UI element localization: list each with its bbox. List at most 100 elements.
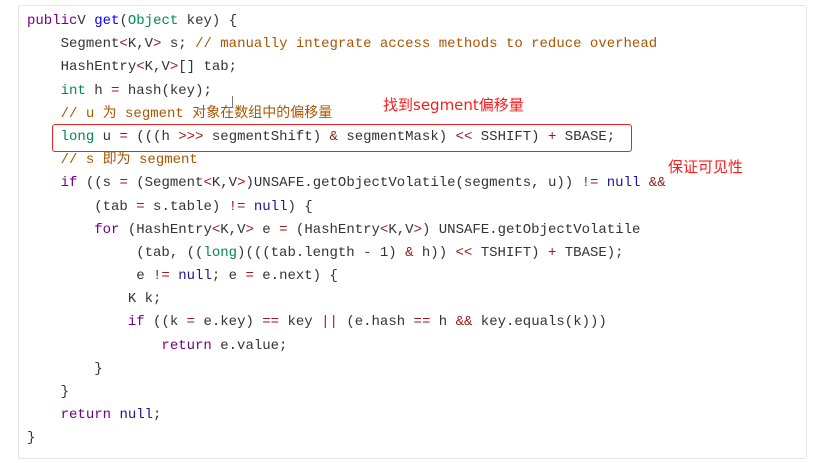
code-token: null xyxy=(253,198,288,215)
code-token: int xyxy=(60,82,86,99)
code-token: = xyxy=(119,175,128,192)
code-token: != xyxy=(228,198,246,215)
code-line: Segment<K,V> s; // manually integrate ac… xyxy=(27,33,666,56)
code-token: [] tab; xyxy=(178,59,238,76)
code-token: V xyxy=(77,13,95,29)
code-token: null xyxy=(119,407,154,424)
code-token: != xyxy=(581,175,599,192)
code-token: K,V xyxy=(144,59,170,76)
code-token: get xyxy=(94,13,120,29)
code-token: s.table) xyxy=(144,198,229,215)
code-token: e xyxy=(253,221,280,238)
code-token: ; e xyxy=(211,268,246,285)
code-token: e xyxy=(136,268,154,285)
code-line: (tab = s.table) != null) { xyxy=(27,196,666,219)
code-token: key.equals(k))) xyxy=(472,314,607,331)
code-token: && xyxy=(648,175,666,192)
code-token: if xyxy=(60,175,78,192)
code-token: || xyxy=(321,314,338,331)
code-token: K,V xyxy=(220,221,246,238)
code-token: (Segment xyxy=(127,175,204,192)
code-line: return e.value; xyxy=(27,335,666,358)
code-line: if ((s = (Segment<K,V>)UNSAFE.getObjectV… xyxy=(27,172,666,195)
code-token: K,V xyxy=(388,221,414,238)
code-token: ; xyxy=(153,407,162,424)
code-token: < xyxy=(203,175,212,192)
code-token: < xyxy=(136,59,145,76)
code-token: K,V xyxy=(211,175,238,192)
code-token: = xyxy=(279,221,288,238)
code-line: } xyxy=(27,358,666,381)
code-token: ( xyxy=(119,13,128,29)
code-token: key) { xyxy=(178,13,238,29)
highlight-box xyxy=(52,124,632,152)
code-token: key xyxy=(279,314,322,331)
code-token: ) UNSAFE.getObjectVolatile xyxy=(421,221,641,238)
code-token: e.key) xyxy=(195,314,263,331)
code-token: ) { xyxy=(287,198,313,215)
code-block: publicV get(Object key) { Segment<K,V> s… xyxy=(27,10,666,451)
code-line: int h = hash(key); xyxy=(27,80,666,103)
code-token: = xyxy=(245,268,254,285)
code-token: // u 为 segment 对象在数组中的偏移量 xyxy=(60,105,333,122)
code-line: e != null; e = e.next) { xyxy=(27,265,666,288)
code-token: (HashEntry xyxy=(287,221,380,238)
code-line: publicV get(Object key) { xyxy=(27,10,666,33)
code-token: & xyxy=(405,244,414,261)
code-token: )(((tab.length xyxy=(237,244,364,261)
code-token: HashEntry xyxy=(60,59,137,76)
code-token: null xyxy=(606,175,641,192)
code-token: h xyxy=(430,314,456,331)
code-token: // manually integrate access methods to … xyxy=(195,36,658,53)
code-line: return null; xyxy=(27,404,666,427)
code-token: long xyxy=(203,244,238,261)
code-token: && xyxy=(455,314,473,331)
code-token: } xyxy=(27,430,36,447)
code-token: ((k xyxy=(144,314,187,331)
code-token: null xyxy=(178,268,212,285)
code-line: } xyxy=(27,381,666,404)
code-token: public xyxy=(27,13,78,29)
code-token: K,V xyxy=(127,36,154,53)
text-cursor-icon xyxy=(232,96,233,108)
code-token: > xyxy=(169,59,179,76)
code-token: 1) xyxy=(371,244,406,261)
code-line: // u 为 segment 对象在数组中的偏移量 xyxy=(27,103,666,126)
code-line: for (HashEntry<K,V> e = (HashEntry<K,V>)… xyxy=(27,219,666,242)
code-token: return xyxy=(161,337,212,354)
code-token: < xyxy=(211,221,221,238)
code-token: } xyxy=(94,360,103,377)
code-token: (e.hash xyxy=(337,314,414,331)
code-token: == xyxy=(262,314,280,331)
code-token: = xyxy=(136,198,145,215)
code-token: > xyxy=(413,221,422,238)
code-token: > xyxy=(237,175,246,192)
code-line: HashEntry<K,V>[] tab; xyxy=(27,56,666,79)
code-token: > xyxy=(245,221,254,238)
code-token: s; xyxy=(161,36,196,53)
code-token: (tab, (( xyxy=(136,244,204,261)
code-line: } xyxy=(27,427,666,450)
code-token: K k; xyxy=(127,291,162,308)
code-token: << xyxy=(455,244,473,261)
code-line: (tab, ((long)(((tab.length - 1) & h)) <<… xyxy=(27,242,666,265)
annotation-segment-offset: 找到segment偏移量 xyxy=(383,96,524,114)
code-token: Segment xyxy=(60,36,120,53)
code-token: = xyxy=(186,314,196,331)
code-token: hash(key); xyxy=(119,82,212,99)
code-line: if ((k = e.key) == key || (e.hash == h &… xyxy=(27,311,666,334)
code-token: ((s xyxy=(77,175,120,192)
code-token: if xyxy=(127,314,145,331)
code-token: != xyxy=(153,268,170,285)
code-token: for xyxy=(94,221,120,238)
code-token: e.next) { xyxy=(253,268,338,285)
code-token: TBASE); xyxy=(556,244,624,261)
code-token: return xyxy=(60,407,112,424)
code-token: h)) xyxy=(413,244,456,261)
code-token: } xyxy=(60,384,70,400)
code-line: K k; xyxy=(27,288,666,311)
